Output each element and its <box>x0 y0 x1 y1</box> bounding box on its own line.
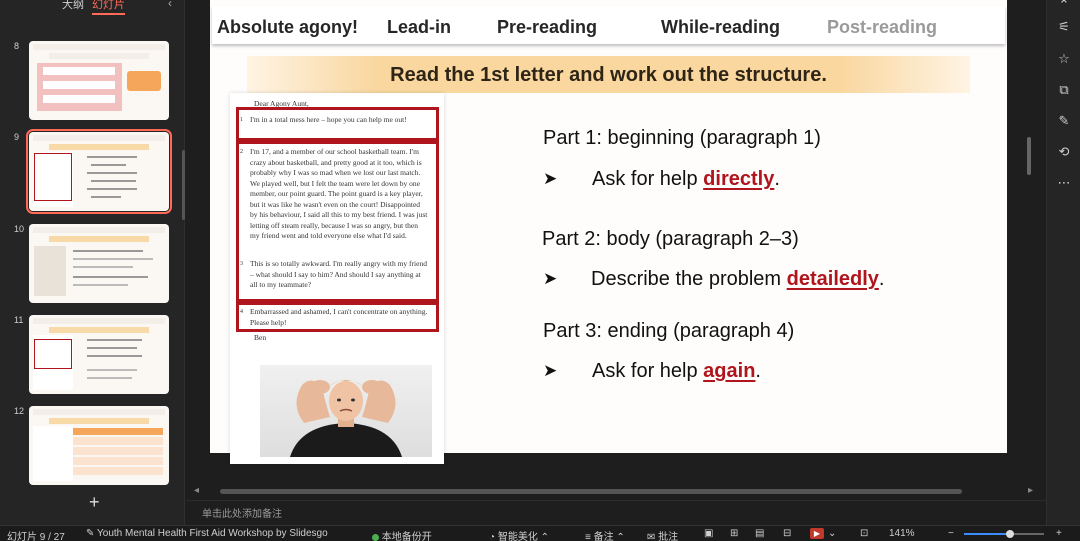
zoom-slider-handle[interactable] <box>1006 530 1014 538</box>
nav-absolute-agony: Absolute agony! <box>217 17 359 37</box>
thumbnail-row[interactable]: 12 <box>0 406 180 488</box>
keyword-again: again <box>703 360 756 382</box>
letter-paragraph-4: Embarrassed and ashamed, I can't concent… <box>250 307 428 327</box>
slide-thumbnail-selected[interactable] <box>26 129 172 214</box>
play-slideshow-button[interactable]: ▶ <box>810 528 824 539</box>
reading-view-icon[interactable]: ▤ <box>755 528 764 539</box>
part-1-title: Part 1: beginning (paragraph 1) <box>543 127 821 149</box>
right-toolbar: ⌃ ⚟ ☆ ⧉ ✎ ⟲ ⋯ <box>1046 0 1080 525</box>
scroll-up-icon[interactable]: ⌃ <box>1053 0 1075 16</box>
structure-list: Part 1: beginning (paragraph 1) ➤ Ask fo… <box>538 0 978 400</box>
vertical-scrollbar[interactable] <box>1027 137 1031 175</box>
tab-slides[interactable]: 幻灯片 <box>92 0 125 15</box>
fit-window-icon[interactable]: ⊡ <box>860 528 868 539</box>
part-1-description: Ask for help directly. <box>592 168 780 190</box>
star-icon[interactable]: ☆ <box>1053 48 1075 70</box>
panel-tabs: 大纲 幻灯片 ‹ <box>0 0 185 15</box>
slide-thumbnail[interactable] <box>29 41 169 120</box>
beautify-icon: ◔ <box>489 532 496 541</box>
slide-thumbnail[interactable] <box>29 315 169 394</box>
chevron-up-icon: ⌃ <box>616 532 625 541</box>
thumbnail-row[interactable]: 9 <box>0 129 180 214</box>
part-3-description: Ask for help again. <box>592 360 761 382</box>
copy-icon[interactable]: ⧉ <box>1053 79 1075 101</box>
slide-thumbnail-panel: 大纲 幻灯片 ‹ 8 9 10 11 12 + <box>0 0 185 525</box>
letter-image: Dear Agony Aunt, 1 I'm in a total mess h… <box>230 93 444 464</box>
notes-placeholder[interactable]: 单击此处添加备注 <box>202 505 282 520</box>
notes-area[interactable]: 单击此处添加备注 <box>186 500 1046 525</box>
notes-button[interactable]: ≡ 备注 ⌃ <box>585 528 625 541</box>
letter-paragraph-3: This is so totally awkward. I'm really a… <box>250 259 427 289</box>
collapse-panel-icon[interactable]: ‹ <box>168 0 172 10</box>
part-3-title: Part 3: ending (paragraph 4) <box>543 320 795 342</box>
stressed-person-illustration <box>290 380 402 457</box>
theme-icon: ✎ <box>86 528 95 539</box>
thumbnail-number: 11 <box>14 315 24 325</box>
paragraph-number: 1 <box>240 117 243 123</box>
backup-status-icon <box>372 534 379 541</box>
slide-thumbnail[interactable] <box>29 406 169 485</box>
current-slide[interactable]: Absolute agony! Lead-in Pre-reading Whil… <box>210 0 1007 464</box>
keyword-directly: directly <box>703 168 775 190</box>
notes-icon: ≡ <box>585 532 591 541</box>
slide-canvas: Absolute agony! Lead-in Pre-reading Whil… <box>186 0 1046 525</box>
zoom-slider[interactable] <box>964 530 1044 538</box>
arrow-bullet-icon: ➤ <box>543 361 558 380</box>
slide-thumbnail[interactable] <box>29 224 169 303</box>
letter-paragraph-2: I'm 17, and a member of our school baske… <box>250 147 428 240</box>
history-icon[interactable]: ⟲ <box>1053 141 1075 163</box>
zoom-in-icon[interactable]: + <box>1056 528 1062 539</box>
status-bar: 幻灯片 9 / 27 ✎ Youth Mental Health First A… <box>0 525 1080 541</box>
scroll-left-icon[interactable]: ◂ <box>194 485 199 496</box>
theme-name[interactable]: ✎ Youth Mental Health First Aid Workshop… <box>86 528 328 539</box>
thumbnail-scrollbar[interactable] <box>182 150 185 220</box>
nav-lead-in: Lead-in <box>387 17 452 37</box>
scroll-right-icon[interactable]: ▸ <box>1028 485 1033 496</box>
thumbnail-row[interactable]: 10 <box>0 224 180 306</box>
presentation-app: 大纲 幻灯片 ‹ 8 9 10 11 12 + Absolute agony! … <box>0 0 1080 541</box>
settings-sliders-icon[interactable]: ⚟ <box>1053 16 1075 38</box>
part-2-title: Part 2: body (paragraph 2–3) <box>542 228 799 250</box>
letter-signature: Ben <box>254 333 267 342</box>
thumbnail-row[interactable]: 8 <box>0 41 180 123</box>
arrow-bullet-icon: ➤ <box>543 169 558 188</box>
comment-icon: ✉ <box>647 532 656 541</box>
keyword-detailedly: detailedly <box>786 268 879 290</box>
zoom-out-icon[interactable]: − <box>948 528 954 539</box>
thumbnail-number: 10 <box>14 224 25 234</box>
arrow-bullet-icon: ➤ <box>543 269 558 288</box>
stressed-boy-photo <box>260 365 432 457</box>
paragraph-number: 3 <box>240 261 243 267</box>
present-icon[interactable]: ⊟ <box>783 528 791 539</box>
slide-counter: 幻灯片 9 / 27 <box>7 532 65 541</box>
more-icon[interactable]: ⋯ <box>1053 172 1075 194</box>
thumbnail-number: 9 <box>14 132 20 142</box>
horizontal-scrollbar[interactable] <box>220 489 962 494</box>
part-2-description: Describe the problem detailedly. <box>591 268 885 290</box>
local-backup-status[interactable]: 本地备份开 <box>372 528 432 541</box>
thumbnail-number: 8 <box>14 41 20 51</box>
edit-icon[interactable]: ✎ <box>1053 110 1075 132</box>
play-options-chevron-icon[interactable]: ⌄ <box>828 528 836 539</box>
zoom-level[interactable]: 141% <box>889 528 915 539</box>
thumbnail-number: 12 <box>14 406 25 416</box>
paragraph-number: 2 <box>240 149 243 155</box>
tab-outline[interactable]: 大纲 <box>62 0 84 12</box>
grid-view-icon[interactable]: ⊞ <box>730 528 738 539</box>
add-slide-button[interactable]: + <box>89 492 100 513</box>
thumbnail-row[interactable]: 11 <box>0 315 180 397</box>
normal-view-icon[interactable]: ▣ <box>704 528 713 539</box>
chevron-up-icon: ⌃ <box>540 532 549 541</box>
smart-beautify-button[interactable]: ◔ 智能美化 ⌃ <box>489 528 549 541</box>
comments-button[interactable]: ✉ 批注 <box>647 528 678 541</box>
paragraph-number: 4 <box>240 309 243 315</box>
letter-paragraph-1: I'm in a total mess here – hope you can … <box>250 115 407 124</box>
